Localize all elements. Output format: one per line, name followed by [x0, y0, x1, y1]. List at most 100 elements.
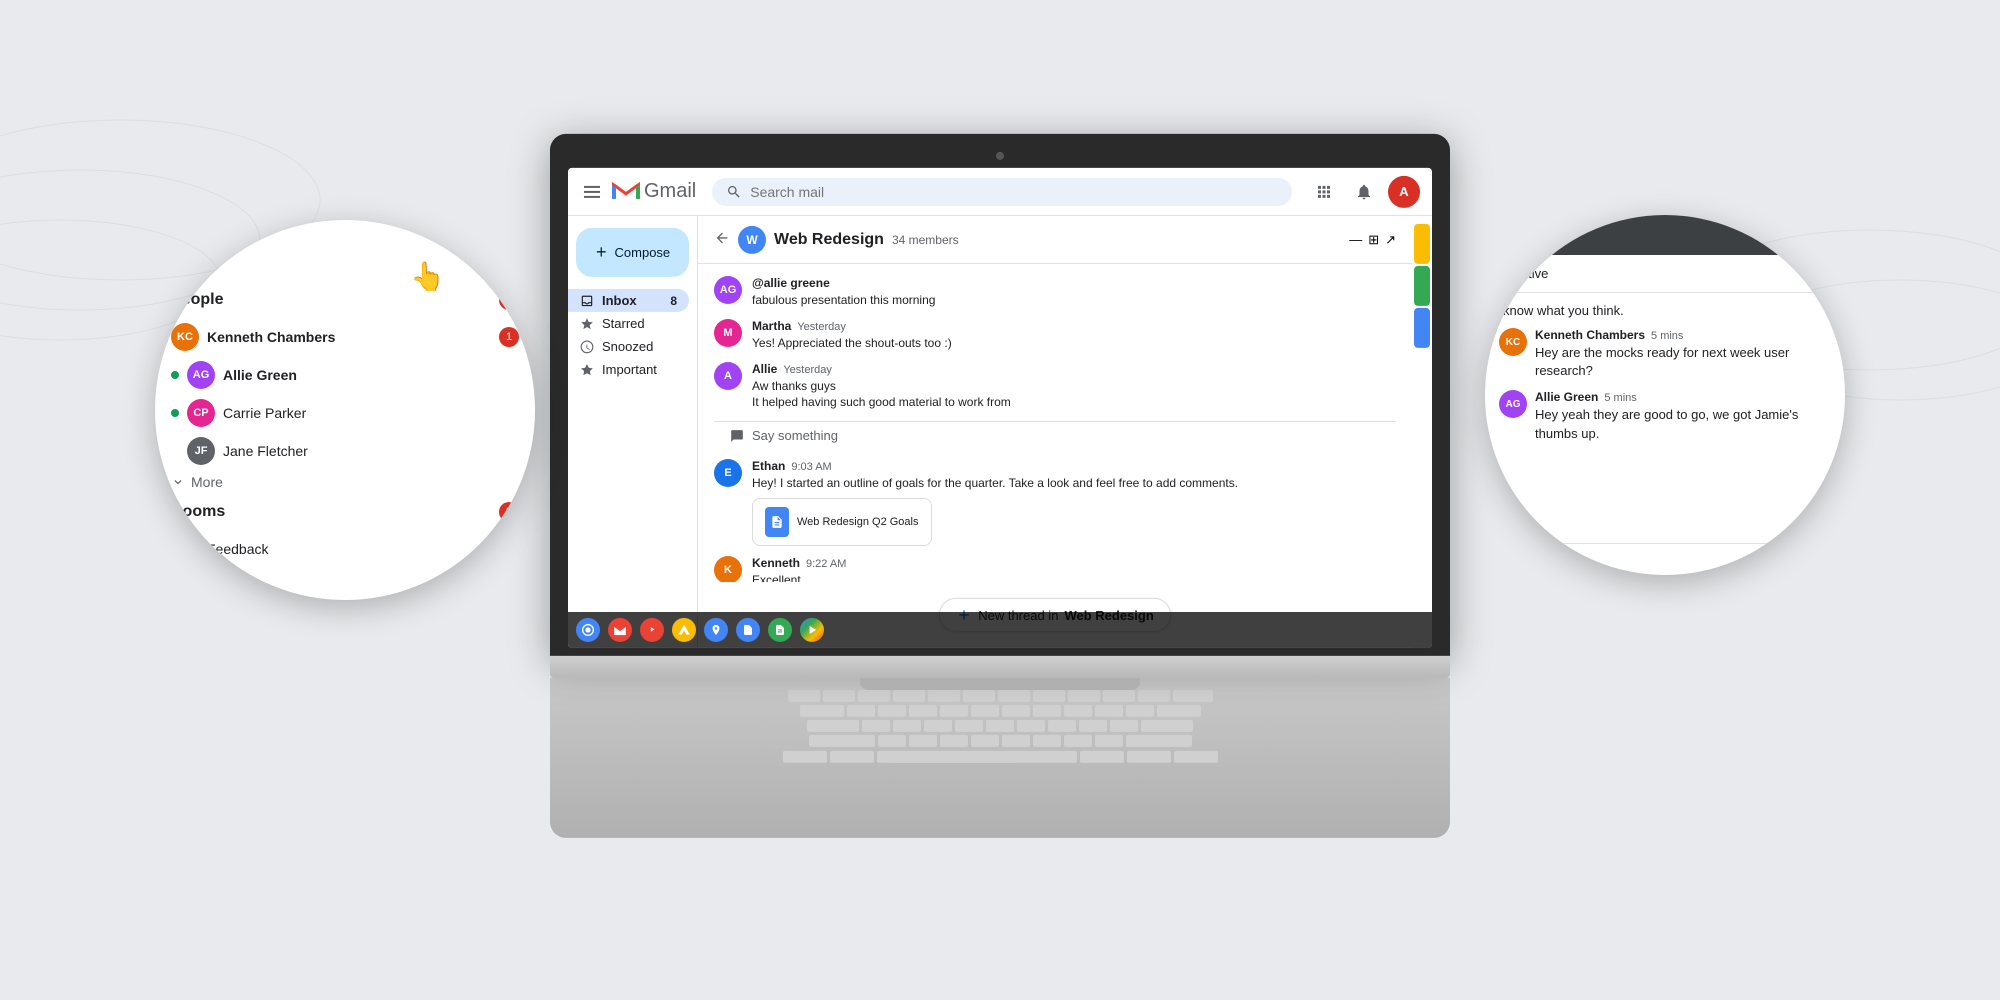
- avatar: AG: [714, 276, 742, 304]
- gmail-app: Gmail: [568, 168, 1432, 648]
- avatar: KC: [1499, 328, 1527, 356]
- chat-header: W Web Redesign 34 members — ⊞ ↗: [698, 216, 1412, 264]
- message-sender: Ethan: [752, 459, 785, 473]
- zoom-right-panel: ● e Green — ⊞ ✕ Active ⋮ know what you t…: [1485, 215, 1845, 575]
- message-sender: Allie: [752, 362, 777, 376]
- message-text: fabulous presentation this morning: [752, 292, 1396, 309]
- taskbar-chrome[interactable]: [576, 618, 600, 642]
- gmail-logo: Gmail: [612, 180, 696, 203]
- add-room-button[interactable]: +: [481, 250, 495, 278]
- list-item[interactable]: CP Carrie Parker: [171, 394, 519, 432]
- list-item[interactable]: KC Kenneth Chambers 1: [171, 318, 519, 356]
- important-label: Important: [602, 362, 657, 377]
- chat-messages-list: AG @allie greene fabulous presentation t…: [698, 264, 1412, 582]
- person-name: Jane Fletcher: [223, 443, 308, 459]
- inbox-badge: 8: [670, 293, 677, 307]
- say-something-placeholder: Say something: [752, 428, 838, 443]
- snoozed-label: Snoozed: [602, 339, 653, 354]
- more-label: More: [191, 474, 223, 490]
- sidebar-item-important[interactable]: Important: [568, 358, 689, 381]
- message-time: 9:22 AM: [806, 558, 846, 570]
- message-sender-name: Allie Green: [1535, 390, 1598, 404]
- message-time: 9:03 AM: [791, 461, 831, 473]
- chat-header-icons: — ⊞ ↗: [1349, 231, 1396, 247]
- taskbar: [568, 612, 1432, 648]
- avatar: KC: [171, 323, 199, 351]
- hamburger-button[interactable]: [580, 181, 604, 201]
- sidebar-item-starred[interactable]: Starred: [568, 312, 689, 335]
- message-text: ExcellentI'll review when I get a chance…: [752, 572, 1396, 582]
- notification-button[interactable]: [1348, 175, 1380, 207]
- sidebar-block-green: [1414, 266, 1430, 306]
- more-button[interactable]: More: [171, 470, 519, 494]
- taskbar-sheets[interactable]: [768, 618, 792, 642]
- gmail-body: + Compose Inbox 8 Starred: [568, 216, 1432, 648]
- taskbar-youtube[interactable]: [640, 618, 664, 642]
- gmail-title-text: Gmail: [644, 180, 696, 203]
- user-avatar[interactable]: A: [1388, 175, 1420, 207]
- message-sender: @allie greene: [752, 276, 830, 290]
- taskbar-maps[interactable]: [704, 618, 728, 642]
- message-timestamp: 5 mins: [1651, 330, 1683, 342]
- back-button[interactable]: [714, 230, 730, 249]
- avatar: A: [714, 362, 742, 390]
- avatar: M: [714, 319, 742, 347]
- person-name: Carrie Parker: [223, 405, 306, 421]
- chat-members-count: 34 members: [892, 232, 959, 246]
- table-row: E Ethan 9:03 AM Hey! I started an outlin…: [714, 459, 1396, 546]
- laptop-screen: Gmail: [568, 168, 1432, 648]
- list-item[interactable]: JF Jane Fletcher: [171, 432, 519, 470]
- message-text: Yes! Appreciated the shout-outs too :): [752, 335, 1396, 352]
- apps-button[interactable]: [1308, 175, 1340, 207]
- inbox-label: Inbox: [602, 293, 637, 308]
- message-body: Hey are the mocks ready for next week us…: [1535, 344, 1831, 380]
- partial-message: know what you think.: [1499, 303, 1831, 318]
- taskbar-play[interactable]: [800, 618, 824, 642]
- gmail-topbar: Gmail: [568, 168, 1432, 216]
- list-item[interactable]: AG Allie Green: [171, 356, 519, 394]
- right-sidebar-blocks: [1412, 216, 1432, 648]
- laptop-keyboard: [550, 678, 1450, 838]
- person-badge: 1: [499, 327, 519, 347]
- attachment-card[interactable]: Web Redesign Q2 Goals: [752, 498, 932, 546]
- compose-button[interactable]: + Compose: [576, 228, 689, 277]
- message-sender: Kenneth: [752, 556, 800, 570]
- screen-bezel: Gmail: [550, 134, 1450, 656]
- rooms-section-header: Rooms 3: [171, 502, 519, 522]
- search-input[interactable]: [750, 183, 1278, 199]
- zoom-message-item: AG Allie Green 5 mins Hey yeah they are …: [1499, 390, 1831, 442]
- say-something-input[interactable]: Say something: [714, 421, 1396, 449]
- online-indicator: [171, 409, 179, 417]
- expand-button[interactable]: ⊞: [1368, 231, 1379, 247]
- message-sender: Martha: [752, 319, 791, 333]
- camera: [996, 152, 1004, 160]
- minimize-button[interactable]: —: [1349, 231, 1362, 247]
- message-timestamp: 5 mins: [1604, 392, 1636, 404]
- people-section-header: People 1: [171, 290, 519, 310]
- gmail-sidebar: + Compose Inbox 8 Starred: [568, 216, 698, 648]
- table-row: K Kenneth 9:22 AM ExcellentI'll review w…: [714, 556, 1396, 582]
- sidebar-item-inbox[interactable]: Inbox 8: [568, 289, 689, 312]
- sidebar-item-snoozed[interactable]: Snoozed: [568, 335, 689, 358]
- attachment-icon: [765, 507, 789, 537]
- offline-spacer: [171, 447, 179, 455]
- message-text: Aw thanks guysIt helped having such good…: [752, 378, 1396, 412]
- search-bar[interactable]: [712, 177, 1292, 205]
- laptop-container: Gmail: [550, 134, 1450, 838]
- avatar: AG: [1499, 390, 1527, 418]
- open-external-button[interactable]: ↗: [1385, 231, 1396, 247]
- taskbar-gmail[interactable]: [608, 618, 632, 642]
- message-time: Yesterday: [783, 364, 832, 376]
- online-indicator: [171, 371, 179, 379]
- chat-thread-title: Web Redesign: [774, 230, 884, 248]
- taskbar-drive[interactable]: [672, 618, 696, 642]
- taskbar-docs[interactable]: [736, 618, 760, 642]
- person-name: Kenneth Chambers: [207, 329, 335, 345]
- compose-label: Compose: [615, 245, 671, 260]
- message-text: Hey! I started an outline of goals for t…: [752, 475, 1396, 492]
- message-body: Hey yeah they are good to go, we got Jam…: [1535, 406, 1831, 442]
- person-name: Allie Green: [223, 367, 297, 383]
- message-time: Yesterday: [797, 321, 846, 333]
- zoom-messages-list: know what you think. KC Kenneth Chambers…: [1485, 293, 1845, 543]
- avatar: JF: [187, 437, 215, 465]
